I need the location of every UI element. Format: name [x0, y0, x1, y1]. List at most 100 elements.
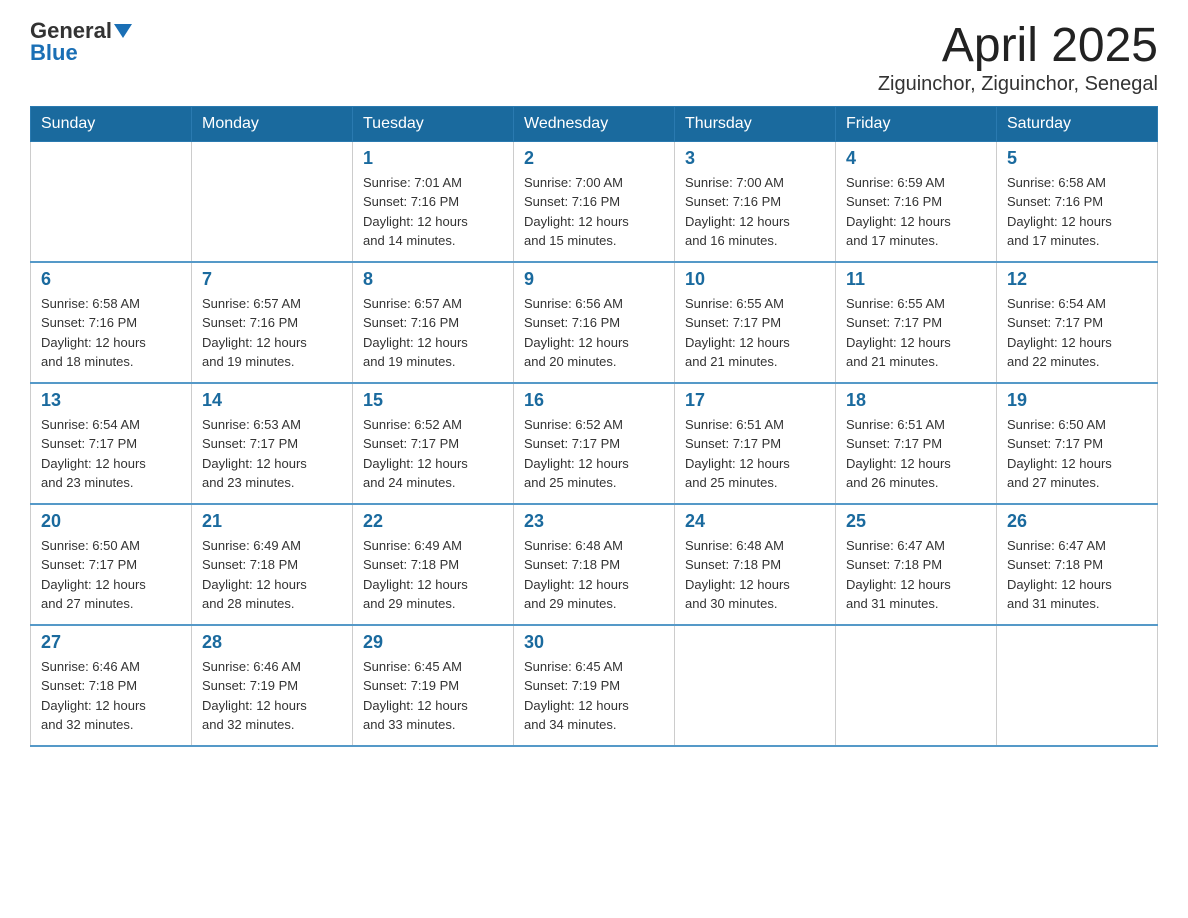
- calendar-cell: 29 Sunrise: 6:45 AM Sunset: 7:19 PM Dayli…: [353, 625, 514, 746]
- weekday-wednesday: Wednesday: [514, 106, 675, 141]
- calendar-cell: [192, 141, 353, 262]
- calendar-cell: [997, 625, 1158, 746]
- day-info: Sunrise: 6:53 AM Sunset: 7:17 PM Dayligh…: [202, 415, 342, 493]
- day-info: Sunrise: 6:47 AM Sunset: 7:18 PM Dayligh…: [1007, 536, 1147, 614]
- title-section: April 2025 Ziguinchor, Ziguinchor, Seneg…: [878, 20, 1158, 96]
- header: General Blue April 2025 Ziguinchor, Zigu…: [30, 20, 1158, 96]
- day-number: 29: [363, 632, 503, 653]
- day-number: 26: [1007, 511, 1147, 532]
- day-info: Sunrise: 6:50 AM Sunset: 7:17 PM Dayligh…: [41, 536, 181, 614]
- day-number: 27: [41, 632, 181, 653]
- day-number: 22: [363, 511, 503, 532]
- day-number: 1: [363, 148, 503, 169]
- day-info: Sunrise: 6:58 AM Sunset: 7:16 PM Dayligh…: [1007, 173, 1147, 251]
- day-number: 11: [846, 269, 986, 290]
- calendar-cell: 27 Sunrise: 6:46 AM Sunset: 7:18 PM Dayli…: [31, 625, 192, 746]
- calendar-cell: [675, 625, 836, 746]
- day-number: 20: [41, 511, 181, 532]
- day-number: 9: [524, 269, 664, 290]
- logo-arrow-icon: [114, 24, 132, 38]
- calendar-cell: 12Sunrise: 6:54 AM Sunset: 7:17 PM Dayli…: [997, 262, 1158, 383]
- day-number: 28: [202, 632, 342, 653]
- day-info: Sunrise: 6:51 AM Sunset: 7:17 PM Dayligh…: [685, 415, 825, 493]
- day-info: Sunrise: 6:48 AM Sunset: 7:18 PM Dayligh…: [524, 536, 664, 614]
- weekday-saturday: Saturday: [997, 106, 1158, 141]
- day-info: Sunrise: 7:00 AM Sunset: 7:16 PM Dayligh…: [524, 173, 664, 251]
- weekday-friday: Friday: [836, 106, 997, 141]
- weekday-thursday: Thursday: [675, 106, 836, 141]
- calendar-cell: 16 Sunrise: 6:52 AM Sunset: 7:17 PM Dayli…: [514, 383, 675, 504]
- day-number: 7: [202, 269, 342, 290]
- logo-text-general: General: [30, 20, 112, 42]
- calendar-cell: 7 Sunrise: 6:57 AM Sunset: 7:16 PM Daylig…: [192, 262, 353, 383]
- calendar-cell: 20 Sunrise: 6:50 AM Sunset: 7:17 PM Dayli…: [31, 504, 192, 625]
- day-number: 23: [524, 511, 664, 532]
- day-number: 12: [1007, 269, 1147, 290]
- day-info: Sunrise: 6:59 AM Sunset: 7:16 PM Dayligh…: [846, 173, 986, 251]
- page-title: April 2025: [878, 20, 1158, 73]
- calendar-cell: 13 Sunrise: 6:54 AM Sunset: 7:17 PM Dayli…: [31, 383, 192, 504]
- day-info: Sunrise: 6:55 AM Sunset: 7:17 PM Dayligh…: [685, 294, 825, 372]
- day-info: Sunrise: 7:00 AM Sunset: 7:16 PM Dayligh…: [685, 173, 825, 251]
- calendar-cell: 14 Sunrise: 6:53 AM Sunset: 7:17 PM Dayli…: [192, 383, 353, 504]
- day-info: Sunrise: 6:47 AM Sunset: 7:18 PM Dayligh…: [846, 536, 986, 614]
- calendar-cell: 17 Sunrise: 6:51 AM Sunset: 7:17 PM Dayli…: [675, 383, 836, 504]
- calendar-cell: 5 Sunrise: 6:58 AM Sunset: 7:16 PM Daylig…: [997, 141, 1158, 262]
- day-info: Sunrise: 6:45 AM Sunset: 7:19 PM Dayligh…: [363, 657, 503, 735]
- day-number: 13: [41, 390, 181, 411]
- day-number: 17: [685, 390, 825, 411]
- day-info: Sunrise: 6:50 AM Sunset: 7:17 PM Dayligh…: [1007, 415, 1147, 493]
- day-number: 5: [1007, 148, 1147, 169]
- calendar-cell: 4Sunrise: 6:59 AM Sunset: 7:16 PM Daylig…: [836, 141, 997, 262]
- calendar-week-row: 1 Sunrise: 7:01 AM Sunset: 7:16 PM Daylig…: [31, 141, 1158, 262]
- day-info: Sunrise: 6:51 AM Sunset: 7:17 PM Dayligh…: [846, 415, 986, 493]
- calendar-cell: 15Sunrise: 6:52 AM Sunset: 7:17 PM Dayli…: [353, 383, 514, 504]
- calendar-body: 1 Sunrise: 7:01 AM Sunset: 7:16 PM Daylig…: [31, 141, 1158, 746]
- weekday-tuesday: Tuesday: [353, 106, 514, 141]
- day-number: 25: [846, 511, 986, 532]
- logo-text-blue: Blue: [30, 40, 78, 65]
- day-number: 2: [524, 148, 664, 169]
- calendar-cell: 21 Sunrise: 6:49 AM Sunset: 7:18 PM Dayli…: [192, 504, 353, 625]
- calendar-cell: 24Sunrise: 6:48 AM Sunset: 7:18 PM Dayli…: [675, 504, 836, 625]
- day-number: 24: [685, 511, 825, 532]
- day-info: Sunrise: 6:49 AM Sunset: 7:18 PM Dayligh…: [202, 536, 342, 614]
- day-number: 19: [1007, 390, 1147, 411]
- day-number: 21: [202, 511, 342, 532]
- day-info: Sunrise: 7:01 AM Sunset: 7:16 PM Dayligh…: [363, 173, 503, 251]
- day-number: 30: [524, 632, 664, 653]
- calendar-cell: 22 Sunrise: 6:49 AM Sunset: 7:18 PM Dayli…: [353, 504, 514, 625]
- day-info: Sunrise: 6:54 AM Sunset: 7:17 PM Dayligh…: [41, 415, 181, 493]
- calendar-cell: [836, 625, 997, 746]
- day-info: Sunrise: 6:45 AM Sunset: 7:19 PM Dayligh…: [524, 657, 664, 735]
- calendar-cell: 25 Sunrise: 6:47 AM Sunset: 7:18 PM Dayli…: [836, 504, 997, 625]
- day-number: 16: [524, 390, 664, 411]
- calendar-cell: 23 Sunrise: 6:48 AM Sunset: 7:18 PM Dayli…: [514, 504, 675, 625]
- day-number: 10: [685, 269, 825, 290]
- day-info: Sunrise: 6:58 AM Sunset: 7:16 PM Dayligh…: [41, 294, 181, 372]
- weekday-header-row: SundayMondayTuesdayWednesdayThursdayFrid…: [31, 106, 1158, 141]
- day-info: Sunrise: 6:46 AM Sunset: 7:18 PM Dayligh…: [41, 657, 181, 735]
- calendar-cell: 18Sunrise: 6:51 AM Sunset: 7:17 PM Dayli…: [836, 383, 997, 504]
- day-info: Sunrise: 6:46 AM Sunset: 7:19 PM Dayligh…: [202, 657, 342, 735]
- day-number: 6: [41, 269, 181, 290]
- calendar-cell: 3 Sunrise: 7:00 AM Sunset: 7:16 PM Daylig…: [675, 141, 836, 262]
- weekday-monday: Monday: [192, 106, 353, 141]
- calendar-cell: 1 Sunrise: 7:01 AM Sunset: 7:16 PM Daylig…: [353, 141, 514, 262]
- calendar-cell: 2 Sunrise: 7:00 AM Sunset: 7:16 PM Daylig…: [514, 141, 675, 262]
- calendar-cell: 19 Sunrise: 6:50 AM Sunset: 7:17 PM Dayli…: [997, 383, 1158, 504]
- calendar-cell: 9Sunrise: 6:56 AM Sunset: 7:16 PM Daylig…: [514, 262, 675, 383]
- day-info: Sunrise: 6:52 AM Sunset: 7:17 PM Dayligh…: [363, 415, 503, 493]
- logo: General Blue: [30, 20, 132, 65]
- day-number: 3: [685, 148, 825, 169]
- calendar-header: SundayMondayTuesdayWednesdayThursdayFrid…: [31, 106, 1158, 141]
- page-subtitle: Ziguinchor, Ziguinchor, Senegal: [878, 73, 1158, 96]
- day-info: Sunrise: 6:52 AM Sunset: 7:17 PM Dayligh…: [524, 415, 664, 493]
- day-number: 14: [202, 390, 342, 411]
- day-info: Sunrise: 6:55 AM Sunset: 7:17 PM Dayligh…: [846, 294, 986, 372]
- calendar-week-row: 13 Sunrise: 6:54 AM Sunset: 7:17 PM Dayli…: [31, 383, 1158, 504]
- day-info: Sunrise: 6:57 AM Sunset: 7:16 PM Dayligh…: [202, 294, 342, 372]
- calendar-cell: 26 Sunrise: 6:47 AM Sunset: 7:18 PM Dayli…: [997, 504, 1158, 625]
- day-info: Sunrise: 6:49 AM Sunset: 7:18 PM Dayligh…: [363, 536, 503, 614]
- calendar-cell: 8Sunrise: 6:57 AM Sunset: 7:16 PM Daylig…: [353, 262, 514, 383]
